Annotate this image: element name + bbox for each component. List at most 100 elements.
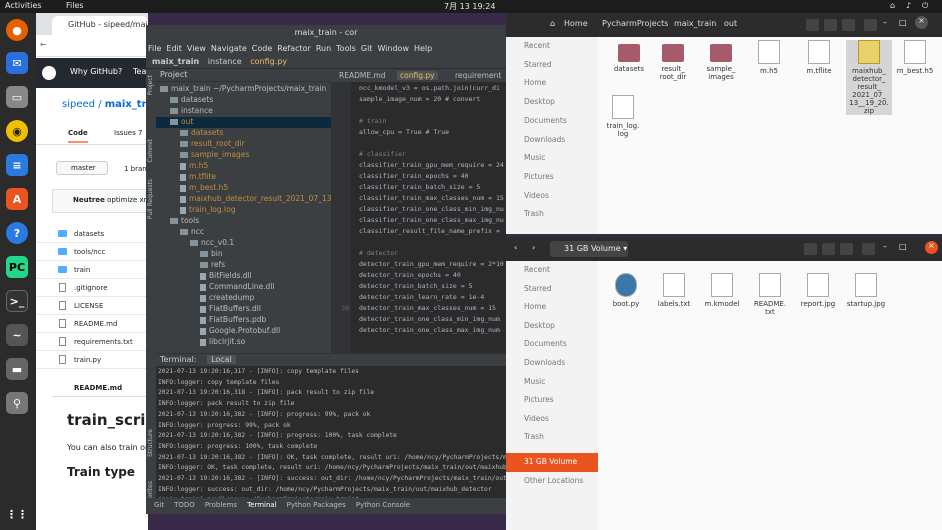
browser-tab[interactable]: GitHub - sipeed/maix_tr <box>52 16 148 35</box>
file-item[interactable]: datasets <box>606 40 652 73</box>
sidebar-item-starred[interactable]: Starred <box>506 280 598 299</box>
sidebar-item-documents[interactable]: Documents <box>506 335 598 354</box>
usb-icon[interactable]: ⚲ <box>6 392 28 414</box>
tree-item[interactable]: ncc <box>156 227 331 238</box>
pycharm-icon[interactable]: PC <box>6 256 28 278</box>
rhythmbox-icon[interactable]: ◉ <box>6 120 28 142</box>
sidebar-item-trash[interactable]: Trash <box>506 428 598 447</box>
sidebar-item-home[interactable]: Home <box>506 298 598 317</box>
tab-config[interactable]: config.py <box>397 71 438 80</box>
drive-icon[interactable]: ▬ <box>6 358 28 380</box>
sidebar-item-home[interactable]: Home <box>506 74 598 93</box>
tree-item[interactable]: datasets <box>156 95 331 106</box>
back-icon[interactable]: ‹ <box>514 243 517 252</box>
sidebar-item-31-gb-volume[interactable]: 31 GB Volume <box>506 453 598 472</box>
file-name[interactable]: .gitignore <box>74 284 108 292</box>
tree-item[interactable]: m.tflite <box>156 172 331 183</box>
file-row[interactable]: datasets <box>36 225 148 243</box>
repo-name-link[interactable]: maix_train <box>105 99 148 110</box>
view-list-icon[interactable] <box>822 243 835 255</box>
writer-icon[interactable]: ≡ <box>6 154 28 176</box>
sidebar-item-recent[interactable]: Recent <box>506 261 598 280</box>
tree-item[interactable]: maixhub_detector_result_2021_07_13_ <box>156 194 331 205</box>
app-menu[interactable]: Files <box>66 1 84 10</box>
menu-item-navigate[interactable]: Navigate <box>211 44 247 53</box>
file-item[interactable]: m_best.h5 <box>892 40 938 75</box>
sidebar-item-videos[interactable]: Videos <box>506 187 598 206</box>
crumb-maix-train[interactable]: maix_train <box>674 19 716 28</box>
tool-project-tab[interactable]: Project <box>147 75 154 96</box>
menu-item-help[interactable]: Help <box>414 44 432 53</box>
network-icon[interactable]: ⌂ <box>890 1 895 10</box>
tree-item[interactable]: createdump <box>156 293 331 304</box>
forward-icon[interactable]: › <box>532 243 535 252</box>
menu-item-git[interactable]: Git <box>361 44 373 53</box>
sidebar-item-other-locations[interactable]: Other Locations <box>506 472 598 491</box>
thunderbird-icon[interactable]: ✉ <box>6 52 28 74</box>
file-item[interactable]: maixhub_ detector_ result_ 2021_07_ 13__… <box>846 40 892 115</box>
status-terminal[interactable]: Terminal <box>247 501 277 509</box>
status-python-console[interactable]: Python Console <box>356 501 410 509</box>
sidebar-item-recent[interactable]: Recent <box>506 37 598 56</box>
tree-item[interactable]: tools <box>156 216 331 227</box>
tree-item[interactable]: train_log.log <box>156 205 331 216</box>
menu-item-view[interactable]: View <box>187 44 206 53</box>
view-options-icon[interactable] <box>842 19 855 31</box>
tree-item[interactable]: sample_images <box>156 150 331 161</box>
tree-item[interactable]: maix_train ~/PycharmProjects/maix_train <box>156 84 331 95</box>
address-bar[interactable]: ← <box>36 35 148 57</box>
tab-requirements[interactable]: requirement <box>455 71 501 80</box>
project-panel-header[interactable]: Project <box>156 69 331 82</box>
file-row[interactable]: tools/ncc <box>36 243 148 261</box>
view-list-icon[interactable] <box>824 19 837 31</box>
terminal-icon[interactable]: >_ <box>6 290 28 312</box>
nav-why-github[interactable]: Why GitHub? <box>70 67 122 76</box>
breadcrumb-file[interactable]: config.py <box>250 57 287 66</box>
tree-item[interactable]: FlatBuffers.pdb <box>156 315 331 326</box>
tool-pull-requests-tab[interactable]: Pull Requests <box>147 179 154 219</box>
minimize-icon[interactable]: – <box>883 18 887 27</box>
files-icon[interactable]: ▭ <box>6 86 28 108</box>
help-icon[interactable]: ? <box>6 222 28 244</box>
sidebar-item-starred[interactable]: Starred <box>506 56 598 75</box>
tree-item[interactable]: refs <box>156 260 331 271</box>
tab-readme[interactable]: README.md <box>339 71 386 80</box>
view-options-icon[interactable] <box>840 243 853 255</box>
tool-commit-tab[interactable]: Commit <box>147 139 154 163</box>
file-name[interactable]: tools/ncc <box>74 248 105 256</box>
system-monitor-icon[interactable]: ~ <box>6 324 28 346</box>
file-item[interactable]: report.jpg <box>795 273 841 308</box>
file-row[interactable]: train.py <box>36 351 148 369</box>
menu-item-code[interactable]: Code <box>252 44 272 53</box>
menu-item-edit[interactable]: Edit <box>166 44 182 53</box>
file-name[interactable]: datasets <box>74 230 104 238</box>
file-item[interactable]: m.kmodel <box>699 273 745 308</box>
tree-item[interactable]: libclrjit.so <box>156 337 331 348</box>
sidebar-item-pictures[interactable]: Pictures <box>506 168 598 187</box>
crumb-out[interactable]: out <box>724 19 737 28</box>
file-row[interactable]: LICENSE <box>36 297 148 315</box>
firefox-icon[interactable]: ● <box>6 19 28 41</box>
power-icon[interactable]: ⏻ <box>922 1 928 11</box>
tree-item[interactable]: CommandLine.dll <box>156 282 331 293</box>
tree-item[interactable]: m.h5 <box>156 161 331 172</box>
maximize-icon[interactable]: □ <box>899 18 907 27</box>
file-item[interactable]: sample_ images <box>698 40 744 81</box>
tree-item[interactable]: Google.Protobuf.dll <box>156 326 331 337</box>
menu-item-window[interactable]: Window <box>377 44 409 53</box>
back-icon[interactable]: ← <box>40 40 47 49</box>
minimize-icon[interactable]: – <box>883 242 887 251</box>
status-git[interactable]: Git <box>154 501 164 509</box>
menu-icon[interactable] <box>864 19 877 31</box>
file-item[interactable]: result_ root_dir <box>650 40 696 81</box>
menu-item-tools[interactable]: Tools <box>336 44 356 53</box>
sidebar-item-downloads[interactable]: Downloads <box>506 354 598 373</box>
status-problems[interactable]: Problems <box>205 501 237 509</box>
file-item[interactable]: boot.py <box>603 273 649 308</box>
file-item[interactable]: startup.jpg <box>843 273 889 308</box>
tree-item[interactable]: result_root_dir <box>156 139 331 150</box>
sidebar-item-downloads[interactable]: Downloads <box>506 131 598 150</box>
volume-icon[interactable]: ♪ <box>906 1 911 10</box>
menu-item-file[interactable]: File <box>148 44 161 53</box>
tab-issues[interactable]: Issues <box>114 129 136 137</box>
